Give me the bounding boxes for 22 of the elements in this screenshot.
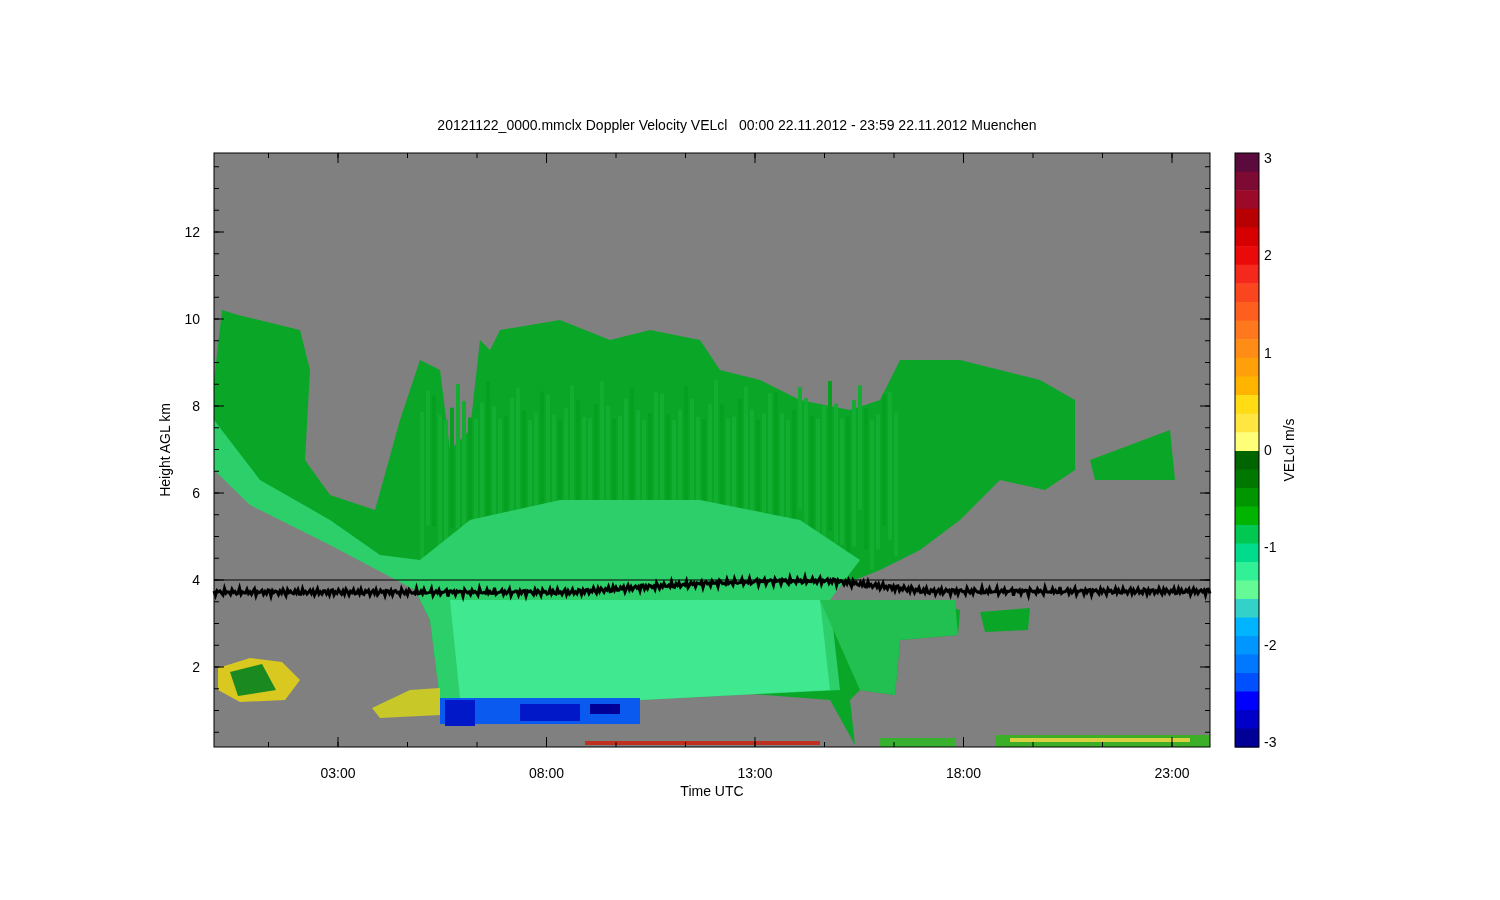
x-tick-label: 13:00 [737,765,773,781]
colorbar-tick-label: 3 [1264,150,1272,166]
y-tick-label: 10 [184,311,200,327]
x-tick-label: 23:00 [1154,765,1190,781]
x-tick-label: 03:00 [320,765,356,781]
plot-title: 20121122_0000.mmclx Doppler Velocity VELcl 00:00 22.11.2012 - 23:59 22.11.2012 Muenchen [437,117,1037,133]
y-axis-label: Height AGL km [157,403,173,497]
y-tick-label: 4 [192,572,200,588]
colorbar-tick-label: -2 [1264,636,1277,653]
y-tick-label: 2 [192,659,200,675]
colorbar-tick-label: 2 [1264,247,1272,264]
colorbar-tick-label: -1 [1264,539,1277,556]
colorbar-tick-label: 1 [1264,344,1272,361]
y-tick-label: 8 [192,398,200,414]
colorbar-label: VELcl m/s [1281,418,1297,482]
colorbar-tick-label: -3 [1264,734,1277,750]
x-tick-label: 08:00 [529,765,564,781]
colorbar-tick-label: 0 [1264,442,1272,458]
y-tick-label: 12 [184,224,200,240]
y-tick-label: 6 [192,485,200,501]
x-tick-label: 18:00 [946,765,981,781]
x-axis-label: Time UTC [680,783,744,799]
